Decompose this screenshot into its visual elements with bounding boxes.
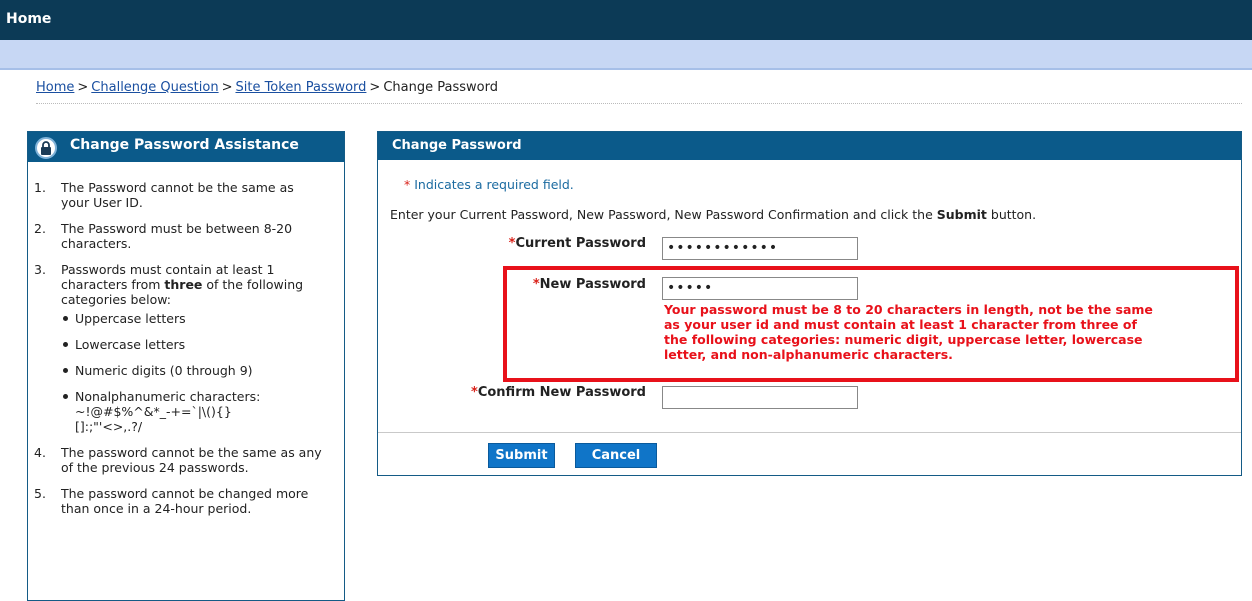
confirm-password-label: *Confirm New Password (471, 385, 646, 400)
new-password-label: *New Password (533, 277, 646, 292)
cancel-button[interactable]: Cancel (575, 443, 657, 468)
current-password-label-text: Current Password (515, 236, 646, 251)
assistance-title: Change Password Assistance (70, 137, 299, 153)
assistance-header: Change Password Assistance (28, 132, 344, 162)
change-password-panel: Change Password * Indicates a required f… (377, 131, 1242, 476)
category-item: Numeric digits (0 through 9) (61, 363, 344, 378)
rule-text: The Password cannot be the same as your … (61, 180, 294, 210)
submit-button[interactable]: Submit (488, 443, 555, 468)
category-list: Uppercase letters Lowercase letters Nume… (61, 311, 344, 434)
rule-text: The Password must be between 8-20 charac… (61, 221, 293, 251)
confirm-password-label-text: Confirm New Password (477, 385, 646, 400)
instructions-text-before: Enter your Current Password, New Passwor… (390, 207, 937, 222)
new-password-input[interactable]: ••••• (662, 277, 858, 300)
breadcrumb-separator: > (369, 80, 381, 95)
new-password-label-text: New Password (539, 277, 646, 292)
password-assistance-panel: Change Password Assistance 1. The Passwo… (27, 131, 345, 601)
category-list-wrapper: Uppercase letters Lowercase letters Nume… (34, 311, 344, 434)
required-star: * (532, 277, 540, 292)
breadcrumb-divider (36, 103, 1242, 104)
lock-icon (35, 137, 57, 159)
required-star: * (471, 385, 478, 400)
rule-text: The password cannot be changed more than… (61, 486, 309, 516)
breadcrumb-separator: > (221, 80, 233, 95)
rule-number: 2. (34, 221, 46, 236)
current-password-input[interactable]: •••••••••••• (662, 237, 858, 260)
breadcrumb-current: Change Password (383, 80, 498, 95)
rule-number: 4. (34, 445, 46, 460)
instructions-text-after: button. (986, 207, 1037, 222)
breadcrumb-separator: > (77, 80, 89, 95)
instructions-text-bold: Submit (936, 207, 987, 222)
breadcrumb-site-token-password[interactable]: Site Token Password (235, 80, 366, 95)
rule-number: 3. (34, 262, 46, 277)
category-item: Nonalphanumeric characters: ~!@#$%^&*_-+… (61, 389, 261, 434)
required-note-text: Indicates a required field. (410, 177, 574, 192)
top-header: Home (0, 0, 1252, 40)
rule-item: 5. The password cannot be changed more t… (34, 486, 344, 516)
confirm-password-input[interactable] (662, 386, 858, 409)
rule-text-bold: three (164, 277, 203, 292)
category-item: Uppercase letters (61, 311, 344, 326)
category-item: Lowercase letters (61, 337, 344, 352)
breadcrumb-home[interactable]: Home (36, 80, 74, 95)
form-instructions: Enter your Current Password, New Passwor… (390, 207, 1036, 222)
nav-bar (0, 40, 1252, 70)
rule-text: The password cannot be the same as any o… (61, 445, 322, 475)
password-error-message: Your password must be 8 to 20 characters… (664, 302, 1153, 362)
rule-number: 1. (34, 180, 46, 195)
header-title[interactable]: Home (6, 11, 51, 27)
assistance-rules: 1. The Password cannot be the same as yo… (28, 162, 344, 516)
rule-item: 2. The Password must be between 8-20 cha… (34, 221, 344, 251)
rule-number: 5. (34, 486, 46, 501)
breadcrumb-challenge-question[interactable]: Challenge Question (91, 80, 218, 95)
current-password-label: *Current Password (509, 236, 646, 251)
panel-title: Change Password (378, 132, 1241, 160)
form-divider (378, 432, 1241, 433)
breadcrumb: Home > Challenge Question > Site Token Passw… (36, 80, 498, 95)
required-field-note: * Indicates a required field. (404, 177, 574, 192)
rule-item: 1. The Password cannot be the same as yo… (34, 180, 344, 210)
rule-text: Passwords must contain at least 1 charac… (61, 262, 323, 307)
rule-item: 3. Passwords must contain at least 1 cha… (34, 262, 344, 307)
rule-item: 4. The password cannot be the same as an… (34, 445, 344, 475)
